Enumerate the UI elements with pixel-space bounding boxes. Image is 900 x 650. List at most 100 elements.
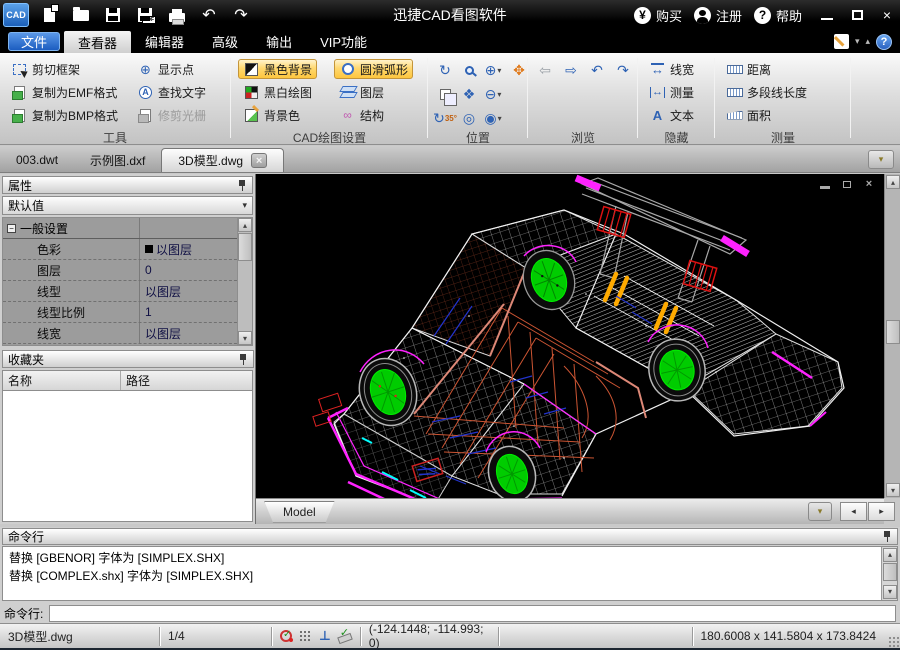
- doc-tab-example[interactable]: 示例图.dxf: [74, 148, 161, 172]
- scroll-thumb[interactable]: [238, 233, 252, 261]
- black-background-toggle[interactable]: 黑色背景: [238, 59, 317, 79]
- scroll-right-icon[interactable]: ▸: [868, 502, 895, 521]
- collapse-icon[interactable]: −: [7, 224, 16, 233]
- print-button[interactable]: [162, 4, 192, 26]
- hide-measure-button[interactable]: ↔测量: [644, 82, 699, 102]
- smooth-arc-toggle[interactable]: 圆滑弧形: [334, 59, 413, 79]
- copy-view-button[interactable]: [434, 83, 456, 105]
- scroll-up-icon[interactable]: ▴: [238, 218, 252, 232]
- favorites-col-path[interactable]: 路径: [121, 372, 150, 389]
- zoom-scale-button[interactable]: ◉▾: [482, 107, 504, 129]
- measure-polyline-button[interactable]: 多段线长度: [721, 82, 812, 102]
- save-button[interactable]: [98, 4, 128, 26]
- view-redo-button[interactable]: ↷: [612, 59, 634, 81]
- rotate-view-button[interactable]: ↻: [434, 59, 456, 81]
- register-button[interactable]: 注册: [694, 6, 742, 25]
- view-back-button[interactable]: ⇦: [534, 59, 556, 81]
- canvas-close-button[interactable]: ×: [862, 178, 876, 190]
- copy-emf-button[interactable]: 复制为EMF格式: [6, 82, 122, 102]
- hide-lineweight-button[interactable]: ↔线宽: [644, 59, 699, 79]
- menu-tab-output[interactable]: 输出: [252, 30, 306, 53]
- command-scrollbar[interactable]: ▴ ▾: [881, 547, 897, 600]
- zoom-window-button[interactable]: [458, 59, 480, 81]
- canvas-vertical-scrollbar[interactable]: ▴ ▾: [884, 174, 900, 498]
- scroll-up-icon[interactable]: ▴: [886, 175, 900, 189]
- measure-distance-button[interactable]: 距离: [721, 59, 776, 79]
- open-file-button[interactable]: [66, 4, 96, 26]
- cut-frame-icon: [11, 61, 28, 77]
- snap-toggle-icon[interactable]: [280, 630, 292, 642]
- pin-icon[interactable]: [238, 180, 247, 191]
- scroll-down-icon[interactable]: ▾: [883, 585, 897, 599]
- scroll-down-icon[interactable]: ▾: [886, 483, 900, 497]
- fit-extents-button[interactable]: ❖: [458, 83, 480, 105]
- layers-button[interactable]: 图层: [334, 82, 389, 102]
- tab-list-dropdown-button[interactable]: ▾: [868, 150, 894, 169]
- scroll-up-icon[interactable]: ▴: [883, 548, 897, 562]
- menu-tab-vip[interactable]: VIP功能: [306, 30, 381, 53]
- model-tab[interactable]: Model: [264, 501, 335, 523]
- properties-scrollbar[interactable]: ▴ ▾: [237, 218, 252, 345]
- property-group-row[interactable]: −一般设置: [3, 218, 252, 239]
- doc-tab-3dmodel[interactable]: 3D模型.dwg×: [161, 148, 284, 172]
- measure-area-button[interactable]: 面积: [721, 105, 776, 125]
- chevron-down-icon: ▾: [242, 200, 247, 211]
- property-preset-dropdown[interactable]: 默认值▾: [2, 196, 253, 215]
- scroll-thumb[interactable]: [883, 563, 897, 581]
- zoom-in-button[interactable]: ⊕▾: [482, 59, 504, 81]
- find-text-button[interactable]: A查找文字: [132, 82, 211, 102]
- background-color-button[interactable]: 背景色: [238, 105, 305, 125]
- scroll-left-icon[interactable]: ◂: [840, 502, 867, 521]
- structure-button[interactable]: ∞结构: [334, 105, 389, 125]
- menu-tab-viewer[interactable]: 查看器: [64, 31, 131, 53]
- maximize-button[interactable]: [844, 5, 870, 25]
- view-forward-button[interactable]: ⇨: [560, 59, 582, 81]
- buy-button[interactable]: ¥购买: [634, 6, 682, 25]
- new-file-button[interactable]: [34, 4, 64, 26]
- cut-frame-button[interactable]: 剪切框架: [6, 59, 85, 79]
- menu-tab-advanced[interactable]: 高级: [198, 30, 252, 53]
- save-pdf-button[interactable]: PDF: [130, 4, 160, 26]
- resize-grip[interactable]: [888, 636, 900, 648]
- scroll-thumb[interactable]: [886, 320, 900, 344]
- zoom-out-button[interactable]: ⊖▾: [482, 83, 504, 105]
- menu-tab-file[interactable]: 文件: [8, 32, 60, 51]
- pin-icon[interactable]: [239, 354, 248, 365]
- zoom-dynamic-button[interactable]: ◎: [458, 107, 480, 129]
- copy-bmp-button[interactable]: 复制为BMP格式: [6, 105, 123, 125]
- pin-icon[interactable]: [883, 531, 892, 542]
- scroll-down-icon[interactable]: ▾: [238, 331, 252, 345]
- doc-tab-003[interactable]: 003.dwt: [0, 148, 74, 172]
- quick-edit-icon[interactable]: [834, 34, 849, 49]
- property-row-lineweight[interactable]: 线宽以图层: [3, 323, 252, 344]
- redo-button[interactable]: ↷: [226, 4, 256, 26]
- tab-close-icon[interactable]: ×: [251, 153, 267, 168]
- canvas-restore-button[interactable]: [840, 178, 854, 190]
- hide-text-button[interactable]: A文本: [644, 105, 699, 125]
- menu-tab-editor[interactable]: 编辑器: [131, 30, 198, 53]
- ribbon-help-icon[interactable]: ?: [876, 34, 892, 50]
- favorites-col-name[interactable]: 名称: [3, 371, 121, 390]
- ortho-toggle-icon[interactable]: ⊥: [319, 628, 331, 644]
- draw-toggle-icon[interactable]: [338, 630, 352, 642]
- drawing-canvas[interactable]: × ▴ ▾: [256, 174, 900, 498]
- rotate-35-button[interactable]: ↻35°: [434, 107, 456, 129]
- layout-dropdown-button[interactable]: ▾: [808, 502, 832, 521]
- command-output[interactable]: 替换 [GBENOR] 字体为 [SIMPLEX.SHX] 替换 [COMPLE…: [2, 546, 898, 601]
- property-row-linetype[interactable]: 线型以图层: [3, 281, 252, 302]
- view-undo-button[interactable]: ↶: [586, 59, 608, 81]
- property-row-ltscale[interactable]: 线型比例1: [3, 302, 252, 323]
- show-points-button[interactable]: ⊕显示点: [132, 59, 199, 79]
- canvas-minimize-button[interactable]: [818, 178, 832, 190]
- minimize-button[interactable]: [814, 5, 840, 25]
- command-input[interactable]: [49, 605, 896, 622]
- help-button[interactable]: ?帮助: [754, 6, 802, 25]
- close-button[interactable]: ×: [874, 5, 900, 25]
- property-row-color[interactable]: 色彩以图层: [3, 239, 252, 260]
- quick-edit-dropdown-icon[interactable]: ▾: [855, 36, 860, 47]
- property-row-layer[interactable]: 图层0: [3, 260, 252, 281]
- grid-toggle-icon[interactable]: [299, 630, 312, 643]
- collapse-ribbon-icon[interactable]: ▴: [865, 36, 870, 47]
- undo-button[interactable]: ↶: [194, 4, 224, 26]
- bw-drawing-button[interactable]: 黑白绘图: [238, 82, 317, 102]
